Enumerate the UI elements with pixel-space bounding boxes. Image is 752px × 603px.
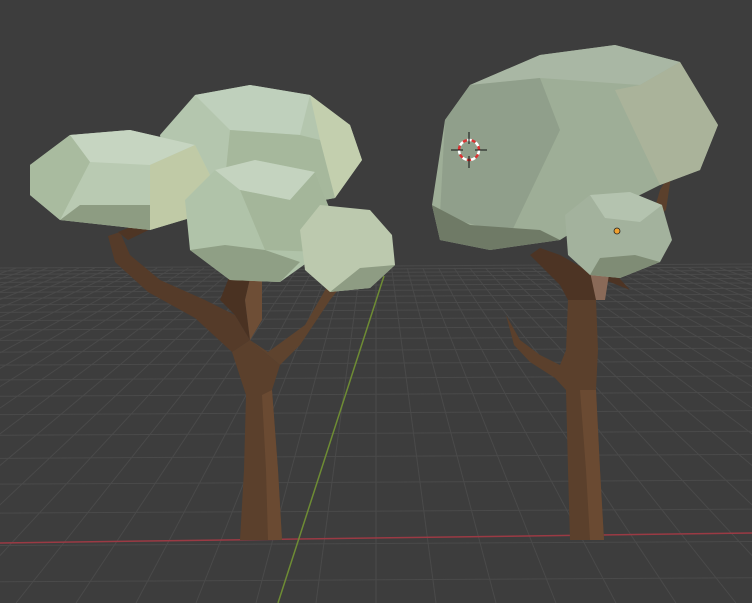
grid-line — [610, 267, 752, 340]
tree-right[interactable] — [432, 45, 718, 540]
3d-viewport[interactable] — [0, 0, 752, 603]
y-axis-line — [277, 275, 385, 603]
object-origin-icon[interactable] — [613, 227, 621, 235]
grid-line — [672, 267, 752, 300]
grid-line — [578, 267, 752, 369]
grid-line — [641, 267, 752, 318]
grid-line — [719, 267, 752, 280]
grid-line — [657, 267, 752, 309]
viewport-canvas[interactable] — [0, 0, 752, 603]
grid-line — [516, 267, 752, 467]
tree-left[interactable] — [30, 85, 395, 540]
floor-grid — [0, 263, 752, 603]
tree-right-foliage — [432, 45, 718, 278]
grid-line — [594, 267, 752, 354]
grid-line — [315, 267, 361, 603]
grid-line — [688, 267, 752, 293]
tree-left-foliage — [30, 85, 395, 292]
